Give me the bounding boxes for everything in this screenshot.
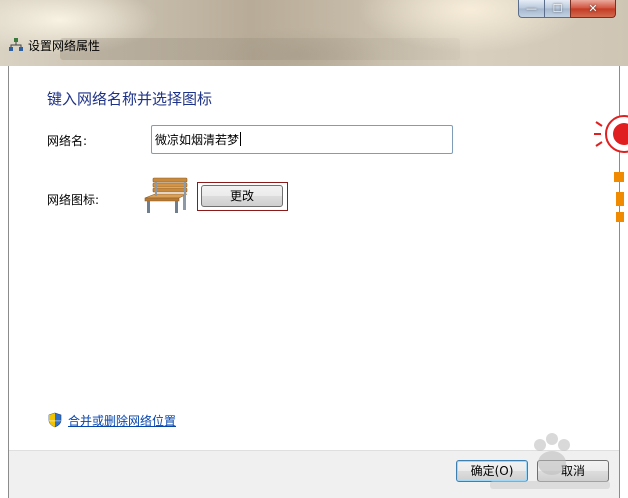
merge-delete-link-row: 合并或删除网络位置 xyxy=(47,411,176,429)
network-name-input[interactable]: 微凉如烟清若梦 xyxy=(151,125,453,154)
page-heading: 键入网络名称并选择图标 xyxy=(47,90,213,108)
window-title: 设置网络属性 xyxy=(28,39,101,53)
network-icon xyxy=(9,38,23,51)
background-blur xyxy=(60,38,460,60)
bench-icon xyxy=(144,177,188,213)
network-icon-label: 网络图标: xyxy=(47,193,100,207)
uac-shield-icon xyxy=(48,412,62,428)
text-caret xyxy=(240,132,242,146)
caption-buttons: — ☐ ✕ xyxy=(518,0,616,19)
change-icon-button-frame: 更改 xyxy=(197,182,288,211)
network-name-value: 微凉如烟清若梦 xyxy=(155,133,240,147)
background-sticker-decoration xyxy=(594,115,628,222)
change-icon-button[interactable]: 更改 xyxy=(201,185,283,207)
merge-delete-network-link[interactable]: 合并或删除网络位置 xyxy=(68,412,176,429)
maximize-button[interactable]: ☐ xyxy=(544,0,570,18)
watermark-decoration xyxy=(490,433,610,489)
network-name-label: 网络名: xyxy=(47,134,88,148)
title-bar[interactable]: 设置网络属性 — ☐ ✕ xyxy=(0,0,628,66)
close-icon: ✕ xyxy=(588,2,598,15)
minimize-icon: — xyxy=(526,2,537,15)
minimize-button[interactable]: — xyxy=(518,0,544,18)
maximize-icon: ☐ xyxy=(552,2,563,15)
close-button[interactable]: ✕ xyxy=(570,0,616,18)
dialog-window: 设置网络属性 — ☐ ✕ 键入网络名称并选择图标 网络名: 微凉如烟清若梦 网络… xyxy=(0,0,628,498)
